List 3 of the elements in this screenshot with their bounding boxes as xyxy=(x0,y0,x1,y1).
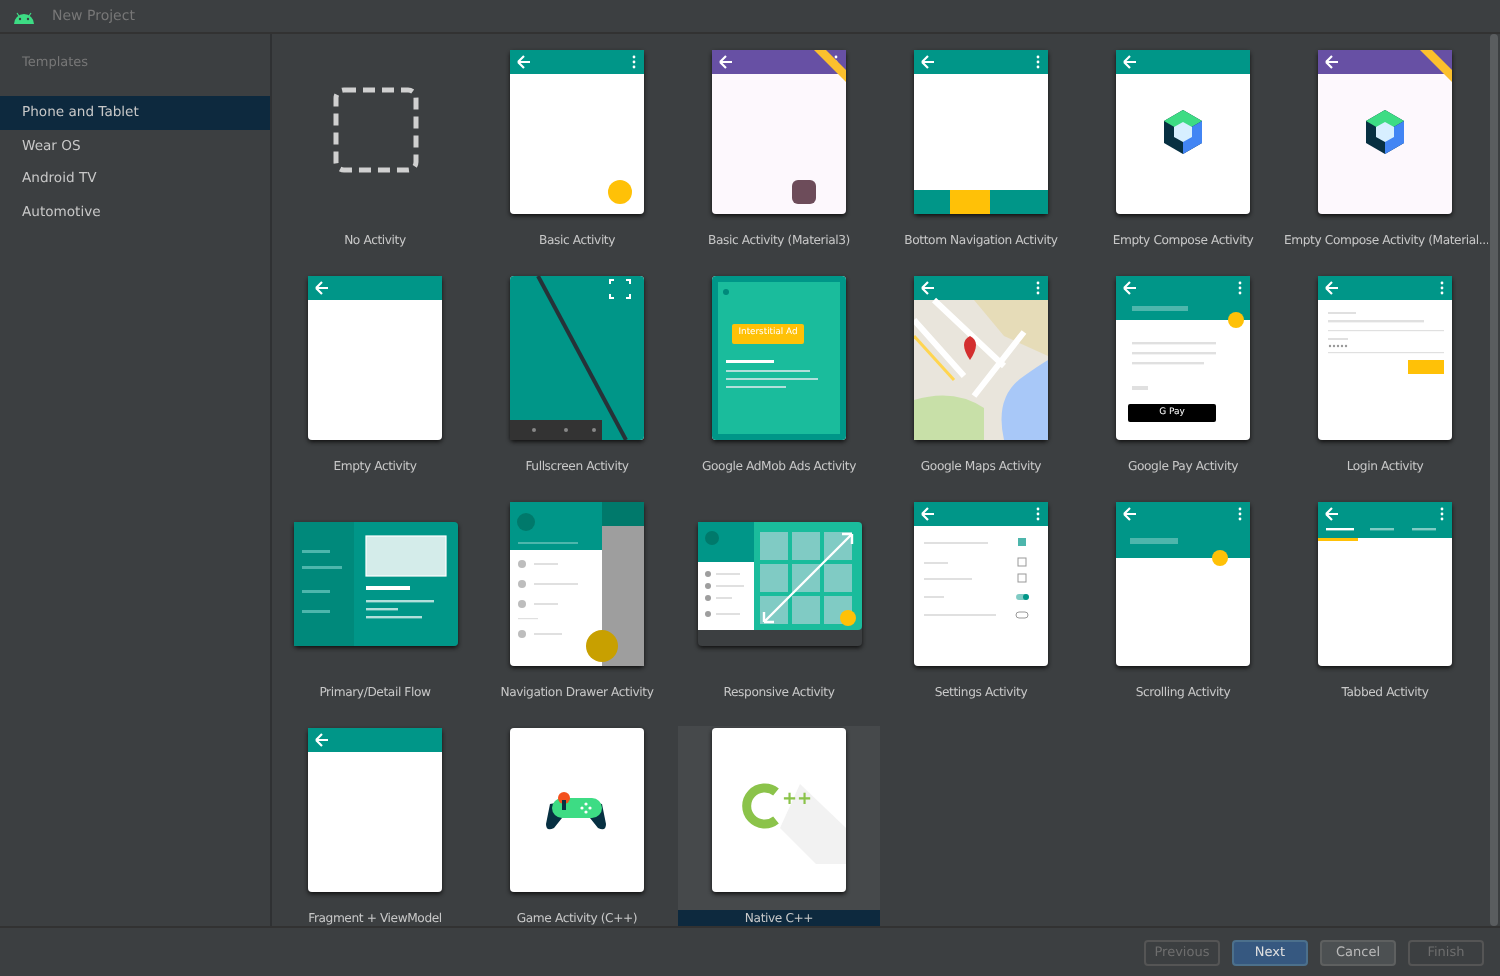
logo-text: ++ xyxy=(782,790,813,810)
android-icon xyxy=(12,9,36,23)
empty-square-icon xyxy=(331,86,419,174)
